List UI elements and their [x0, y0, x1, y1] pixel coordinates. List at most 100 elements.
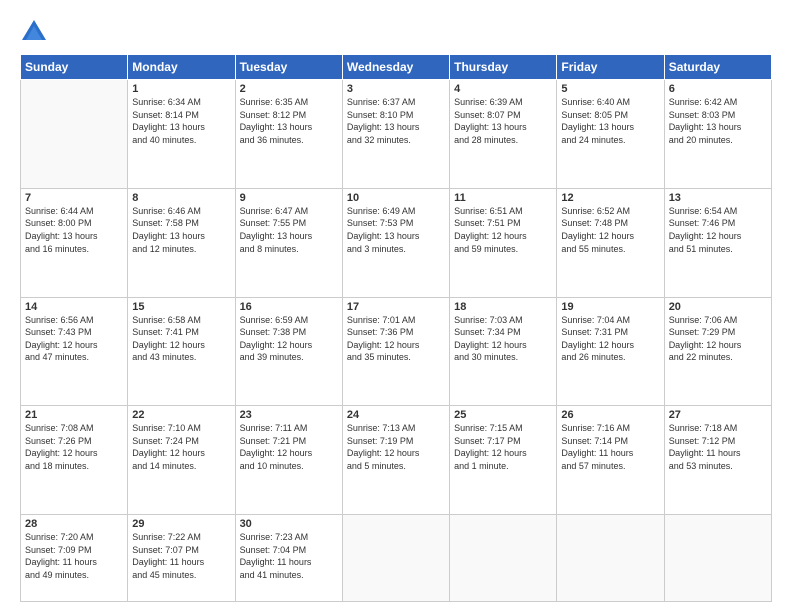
weekday-header-wednesday: Wednesday	[342, 55, 449, 80]
calendar-header: SundayMondayTuesdayWednesdayThursdayFrid…	[21, 55, 772, 80]
day-number: 28	[25, 518, 123, 530]
day-number: 1	[132, 83, 230, 95]
day-number: 9	[240, 192, 338, 204]
day-number: 21	[25, 409, 123, 421]
calendar-cell: 19Sunrise: 7:04 AMSunset: 7:31 PMDayligh…	[557, 297, 664, 406]
week-row-0: 1Sunrise: 6:34 AMSunset: 8:14 PMDaylight…	[21, 80, 772, 189]
day-number: 8	[132, 192, 230, 204]
day-number: 15	[132, 301, 230, 313]
day-info: Sunrise: 7:03 AMSunset: 7:34 PMDaylight:…	[454, 314, 552, 364]
weekday-header-row: SundayMondayTuesdayWednesdayThursdayFrid…	[21, 55, 772, 80]
day-info: Sunrise: 7:11 AMSunset: 7:21 PMDaylight:…	[240, 422, 338, 472]
calendar-cell: 29Sunrise: 7:22 AMSunset: 7:07 PMDayligh…	[128, 515, 235, 602]
day-number: 22	[132, 409, 230, 421]
day-number: 26	[561, 409, 659, 421]
day-info: Sunrise: 6:51 AMSunset: 7:51 PMDaylight:…	[454, 205, 552, 255]
calendar-cell	[342, 515, 449, 602]
calendar-cell: 23Sunrise: 7:11 AMSunset: 7:21 PMDayligh…	[235, 406, 342, 515]
weekday-header-saturday: Saturday	[664, 55, 771, 80]
calendar-cell: 1Sunrise: 6:34 AMSunset: 8:14 PMDaylight…	[128, 80, 235, 189]
day-info: Sunrise: 6:47 AMSunset: 7:55 PMDaylight:…	[240, 205, 338, 255]
calendar-cell	[450, 515, 557, 602]
calendar-cell: 3Sunrise: 6:37 AMSunset: 8:10 PMDaylight…	[342, 80, 449, 189]
weekday-header-monday: Monday	[128, 55, 235, 80]
calendar-cell: 2Sunrise: 6:35 AMSunset: 8:12 PMDaylight…	[235, 80, 342, 189]
week-row-2: 14Sunrise: 6:56 AMSunset: 7:43 PMDayligh…	[21, 297, 772, 406]
day-number: 16	[240, 301, 338, 313]
day-info: Sunrise: 6:34 AMSunset: 8:14 PMDaylight:…	[132, 96, 230, 146]
calendar-cell: 21Sunrise: 7:08 AMSunset: 7:26 PMDayligh…	[21, 406, 128, 515]
day-info: Sunrise: 6:46 AMSunset: 7:58 PMDaylight:…	[132, 205, 230, 255]
calendar-cell: 17Sunrise: 7:01 AMSunset: 7:36 PMDayligh…	[342, 297, 449, 406]
page: SundayMondayTuesdayWednesdayThursdayFrid…	[0, 0, 792, 612]
day-info: Sunrise: 7:01 AMSunset: 7:36 PMDaylight:…	[347, 314, 445, 364]
day-info: Sunrise: 7:13 AMSunset: 7:19 PMDaylight:…	[347, 422, 445, 472]
day-number: 13	[669, 192, 767, 204]
calendar-cell: 22Sunrise: 7:10 AMSunset: 7:24 PMDayligh…	[128, 406, 235, 515]
day-number: 29	[132, 518, 230, 530]
calendar-cell: 14Sunrise: 6:56 AMSunset: 7:43 PMDayligh…	[21, 297, 128, 406]
calendar-cell: 25Sunrise: 7:15 AMSunset: 7:17 PMDayligh…	[450, 406, 557, 515]
day-number: 18	[454, 301, 552, 313]
calendar-table: SundayMondayTuesdayWednesdayThursdayFrid…	[20, 54, 772, 602]
week-row-3: 21Sunrise: 7:08 AMSunset: 7:26 PMDayligh…	[21, 406, 772, 515]
calendar-cell: 28Sunrise: 7:20 AMSunset: 7:09 PMDayligh…	[21, 515, 128, 602]
calendar-cell	[557, 515, 664, 602]
day-info: Sunrise: 6:44 AMSunset: 8:00 PMDaylight:…	[25, 205, 123, 255]
day-number: 20	[669, 301, 767, 313]
calendar-cell: 13Sunrise: 6:54 AMSunset: 7:46 PMDayligh…	[664, 188, 771, 297]
day-info: Sunrise: 6:59 AMSunset: 7:38 PMDaylight:…	[240, 314, 338, 364]
day-number: 6	[669, 83, 767, 95]
day-number: 14	[25, 301, 123, 313]
day-number: 4	[454, 83, 552, 95]
calendar-cell: 30Sunrise: 7:23 AMSunset: 7:04 PMDayligh…	[235, 515, 342, 602]
calendar-cell: 24Sunrise: 7:13 AMSunset: 7:19 PMDayligh…	[342, 406, 449, 515]
week-row-4: 28Sunrise: 7:20 AMSunset: 7:09 PMDayligh…	[21, 515, 772, 602]
day-info: Sunrise: 7:18 AMSunset: 7:12 PMDaylight:…	[669, 422, 767, 472]
calendar-cell: 10Sunrise: 6:49 AMSunset: 7:53 PMDayligh…	[342, 188, 449, 297]
logo	[20, 18, 50, 46]
day-info: Sunrise: 6:42 AMSunset: 8:03 PMDaylight:…	[669, 96, 767, 146]
calendar-cell	[664, 515, 771, 602]
calendar-cell: 26Sunrise: 7:16 AMSunset: 7:14 PMDayligh…	[557, 406, 664, 515]
day-info: Sunrise: 7:16 AMSunset: 7:14 PMDaylight:…	[561, 422, 659, 472]
day-number: 2	[240, 83, 338, 95]
day-number: 23	[240, 409, 338, 421]
day-info: Sunrise: 6:52 AMSunset: 7:48 PMDaylight:…	[561, 205, 659, 255]
day-info: Sunrise: 6:49 AMSunset: 7:53 PMDaylight:…	[347, 205, 445, 255]
day-number: 27	[669, 409, 767, 421]
calendar-cell: 11Sunrise: 6:51 AMSunset: 7:51 PMDayligh…	[450, 188, 557, 297]
day-info: Sunrise: 7:15 AMSunset: 7:17 PMDaylight:…	[454, 422, 552, 472]
weekday-header-thursday: Thursday	[450, 55, 557, 80]
day-info: Sunrise: 6:39 AMSunset: 8:07 PMDaylight:…	[454, 96, 552, 146]
day-info: Sunrise: 7:20 AMSunset: 7:09 PMDaylight:…	[25, 531, 123, 581]
weekday-header-sunday: Sunday	[21, 55, 128, 80]
day-info: Sunrise: 6:37 AMSunset: 8:10 PMDaylight:…	[347, 96, 445, 146]
calendar-cell: 12Sunrise: 6:52 AMSunset: 7:48 PMDayligh…	[557, 188, 664, 297]
day-number: 5	[561, 83, 659, 95]
day-info: Sunrise: 6:58 AMSunset: 7:41 PMDaylight:…	[132, 314, 230, 364]
day-number: 30	[240, 518, 338, 530]
day-info: Sunrise: 6:40 AMSunset: 8:05 PMDaylight:…	[561, 96, 659, 146]
calendar-body: 1Sunrise: 6:34 AMSunset: 8:14 PMDaylight…	[21, 80, 772, 602]
calendar-cell: 5Sunrise: 6:40 AMSunset: 8:05 PMDaylight…	[557, 80, 664, 189]
calendar-cell: 20Sunrise: 7:06 AMSunset: 7:29 PMDayligh…	[664, 297, 771, 406]
day-number: 10	[347, 192, 445, 204]
calendar-cell: 18Sunrise: 7:03 AMSunset: 7:34 PMDayligh…	[450, 297, 557, 406]
day-number: 24	[347, 409, 445, 421]
day-number: 11	[454, 192, 552, 204]
day-info: Sunrise: 6:56 AMSunset: 7:43 PMDaylight:…	[25, 314, 123, 364]
day-info: Sunrise: 7:06 AMSunset: 7:29 PMDaylight:…	[669, 314, 767, 364]
calendar-cell: 27Sunrise: 7:18 AMSunset: 7:12 PMDayligh…	[664, 406, 771, 515]
day-info: Sunrise: 7:22 AMSunset: 7:07 PMDaylight:…	[132, 531, 230, 581]
week-row-1: 7Sunrise: 6:44 AMSunset: 8:00 PMDaylight…	[21, 188, 772, 297]
day-info: Sunrise: 6:35 AMSunset: 8:12 PMDaylight:…	[240, 96, 338, 146]
day-info: Sunrise: 7:10 AMSunset: 7:24 PMDaylight:…	[132, 422, 230, 472]
header	[20, 18, 772, 46]
day-number: 19	[561, 301, 659, 313]
weekday-header-tuesday: Tuesday	[235, 55, 342, 80]
calendar-cell: 4Sunrise: 6:39 AMSunset: 8:07 PMDaylight…	[450, 80, 557, 189]
weekday-header-friday: Friday	[557, 55, 664, 80]
day-number: 12	[561, 192, 659, 204]
calendar-cell: 6Sunrise: 6:42 AMSunset: 8:03 PMDaylight…	[664, 80, 771, 189]
